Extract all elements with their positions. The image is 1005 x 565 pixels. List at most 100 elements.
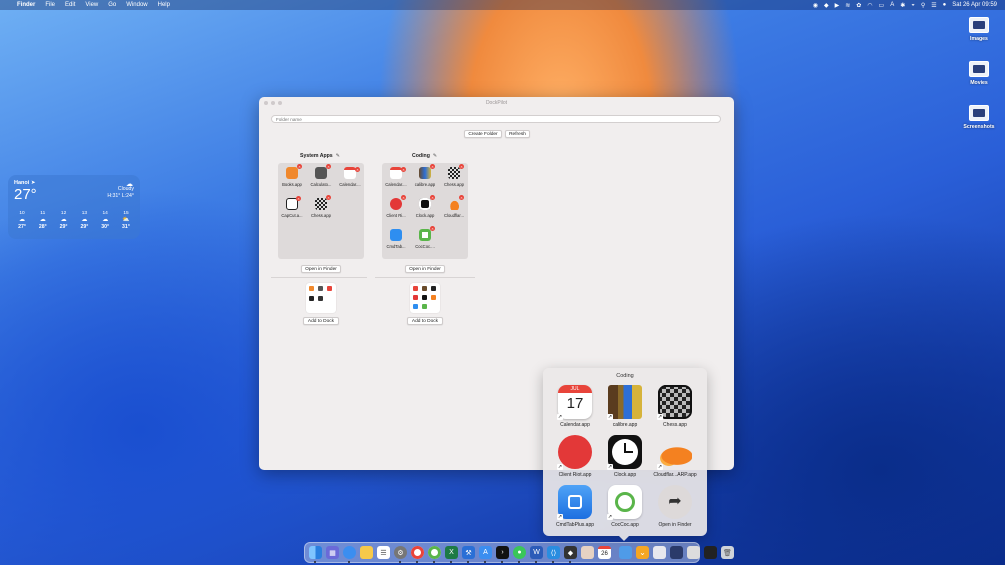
weather-condition: Cloudy H:31° L:24°: [107, 186, 134, 199]
cursor-icon[interactable]: ◆: [564, 546, 577, 563]
remove-app-icon[interactable]: ×: [355, 167, 360, 172]
menubar-clock[interactable]: Sat 26 Apr 09:59: [952, 2, 997, 8]
forecast-hour: 10 ☁ 27°: [13, 210, 31, 231]
chrome-icon[interactable]: [411, 546, 424, 563]
finder-icon[interactable]: [309, 546, 322, 563]
desktop-folder-images[interactable]: Images: [959, 17, 999, 42]
reminders-icon[interactable]: ☰: [377, 546, 390, 559]
terminal-icon[interactable]: ›: [496, 546, 509, 563]
remove-app-icon[interactable]: ×: [326, 195, 331, 200]
edit-pencil-icon[interactable]: ✎: [336, 153, 340, 159]
bluetooth-icon[interactable]: ✱: [900, 2, 905, 9]
calendar-icon[interactable]: 26: [598, 546, 611, 559]
system-settings-icon[interactable]: ⚙: [394, 546, 407, 563]
siri-icon[interactable]: ●: [943, 2, 947, 8]
remove-app-icon[interactable]: ×: [430, 226, 435, 231]
stack-item-client-riot[interactable]: ↗ Client Riot.app: [551, 435, 599, 478]
keyboard-input-icon[interactable]: A: [890, 2, 894, 8]
remove-app-icon[interactable]: ×: [430, 195, 435, 200]
excel-icon[interactable]: X: [445, 546, 458, 563]
app-store-icon[interactable]: A: [479, 546, 492, 563]
menu-go[interactable]: Go: [108, 2, 116, 8]
trash-icon[interactable]: 🗑: [721, 546, 734, 559]
stack-item-chess[interactable]: ↗ Chess.app: [651, 385, 699, 428]
search-icon[interactable]: ⚲: [921, 2, 925, 9]
folder-app-chess[interactable]: × Chess.app: [307, 195, 335, 218]
folder-app-calculator[interactable]: × Calculato...: [307, 164, 335, 187]
menu-app-name[interactable]: Finder: [17, 2, 35, 8]
weather-widget[interactable]: Hanoi ➤ 27° ☁ Cloudy H:31° L:24° 10 ☁ 27° …: [8, 175, 140, 239]
open-in-finder-button[interactable]: Open in Finder: [405, 265, 445, 273]
play-status-icon[interactable]: ▶: [835, 2, 840, 9]
window-titlebar[interactable]: DockPilot: [259, 97, 734, 108]
desktop-folder-movies[interactable]: Movies: [959, 61, 999, 86]
desktop-stack-icon[interactable]: [670, 546, 683, 559]
folder-app-client-riot[interactable]: × Client Ri...: [382, 195, 410, 218]
remove-app-icon[interactable]: ×: [326, 164, 331, 169]
stack-item-clock[interactable]: ↗ Clock.app: [601, 435, 649, 478]
menu-view[interactable]: View: [85, 2, 98, 8]
alias-arrow-icon: ↗: [657, 464, 663, 470]
control-center-icon[interactable]: ☰: [931, 2, 936, 9]
remove-app-icon[interactable]: ×: [459, 164, 464, 169]
remove-app-icon[interactable]: ×: [459, 195, 464, 200]
folder-app-chess[interactable]: × Chess.app: [440, 164, 468, 187]
xcode-icon[interactable]: ⚒: [462, 546, 475, 563]
drop-status-icon[interactable]: ◆: [824, 2, 829, 9]
remove-app-icon[interactable]: ×: [297, 164, 302, 169]
wifi-icon[interactable]: ◒: [911, 2, 915, 8]
stack-item-coccoc[interactable]: ↗ CocCoc.app: [601, 485, 649, 528]
menu-window[interactable]: Window: [126, 2, 147, 8]
movies-stack-icon[interactable]: [704, 546, 717, 559]
refresh-button[interactable]: Refresh: [505, 130, 530, 138]
menu-edit[interactable]: Edit: [65, 2, 75, 8]
stack-open-in-finder[interactable]: ➦ Open in Finder: [651, 485, 699, 528]
stack-item-cloudflare[interactable]: ↗ Cloudflar...ARP.app: [651, 435, 699, 478]
preview-icon[interactable]: [581, 546, 594, 559]
remove-app-icon[interactable]: ×: [296, 196, 301, 201]
folder-app-books[interactable]: × Books.app: [278, 164, 306, 187]
edit-pencil-icon[interactable]: ✎: [433, 153, 437, 159]
folder-app-cloudflare[interactable]: × Cloudflar...: [440, 195, 468, 218]
menu-file[interactable]: File: [45, 2, 55, 8]
notes-icon[interactable]: [360, 546, 373, 559]
stack-item-calendar[interactable]: JUL 17 ↗ Calendar.app: [551, 385, 599, 428]
folder-app-capcut[interactable]: × CapCut.a...: [278, 196, 306, 218]
desktop-folder-screenshots[interactable]: Screenshots: [959, 105, 999, 130]
remove-app-icon[interactable]: ×: [401, 195, 406, 200]
chat-status-icon[interactable]: ◉: [813, 2, 818, 9]
clock-icon: ×: [419, 195, 435, 210]
stack-item-cmdtabplus[interactable]: ↗ CmdTabPlus.app: [551, 485, 599, 528]
open-in-finder-button[interactable]: Open in Finder: [301, 265, 341, 273]
headphones-icon[interactable]: ◠: [867, 2, 872, 9]
calendar-icon: ×: [390, 167, 406, 179]
messages-icon[interactable]: ●: [513, 546, 526, 563]
dock-stack-popup: Coding JUL 17 ↗ Calendar.app ↗ calibre.a…: [543, 368, 707, 536]
stats-status-icon[interactable]: ≋: [845, 2, 850, 9]
documents-stack-icon[interactable]: [653, 546, 666, 559]
coccoc-icon[interactable]: [428, 546, 441, 563]
folder-app-calendar[interactable]: × Calendar....: [382, 167, 410, 187]
folder-app-calibre[interactable]: × calibre.app: [411, 164, 439, 187]
paw-status-icon[interactable]: ✿: [856, 2, 861, 9]
create-folder-button[interactable]: Create Folder: [464, 130, 502, 138]
vscode-icon[interactable]: ⟨⟩: [547, 546, 560, 563]
folder-app-coccoc[interactable]: × CocCoc....: [411, 226, 439, 249]
folder-app-cmdtab[interactable]: CmdTab...: [382, 229, 410, 249]
folder-name-input[interactable]: [271, 115, 721, 123]
coding-stack-icon[interactable]: ⌄: [636, 546, 649, 559]
battery-status-icon[interactable]: ▭: [879, 2, 885, 9]
screenshots-stack-icon[interactable]: [687, 546, 700, 559]
add-to-dock-button[interactable]: Add to Dock: [303, 317, 339, 325]
downloads-stack-icon[interactable]: [619, 546, 632, 559]
folder-app-clock[interactable]: × Clock.app: [411, 195, 439, 218]
add-to-dock-button[interactable]: Add to Dock: [407, 317, 443, 325]
word-icon[interactable]: W: [530, 546, 543, 563]
folder-app-calendar[interactable]: × Calendar....: [336, 167, 364, 187]
launchpad-icon[interactable]: ▦: [326, 546, 339, 559]
remove-app-icon[interactable]: ×: [430, 164, 435, 169]
menu-help[interactable]: Help: [158, 2, 170, 8]
stack-item-calibre[interactable]: ↗ calibre.app: [601, 385, 649, 428]
remove-app-icon[interactable]: ×: [401, 167, 406, 172]
safari-icon[interactable]: [343, 546, 356, 563]
